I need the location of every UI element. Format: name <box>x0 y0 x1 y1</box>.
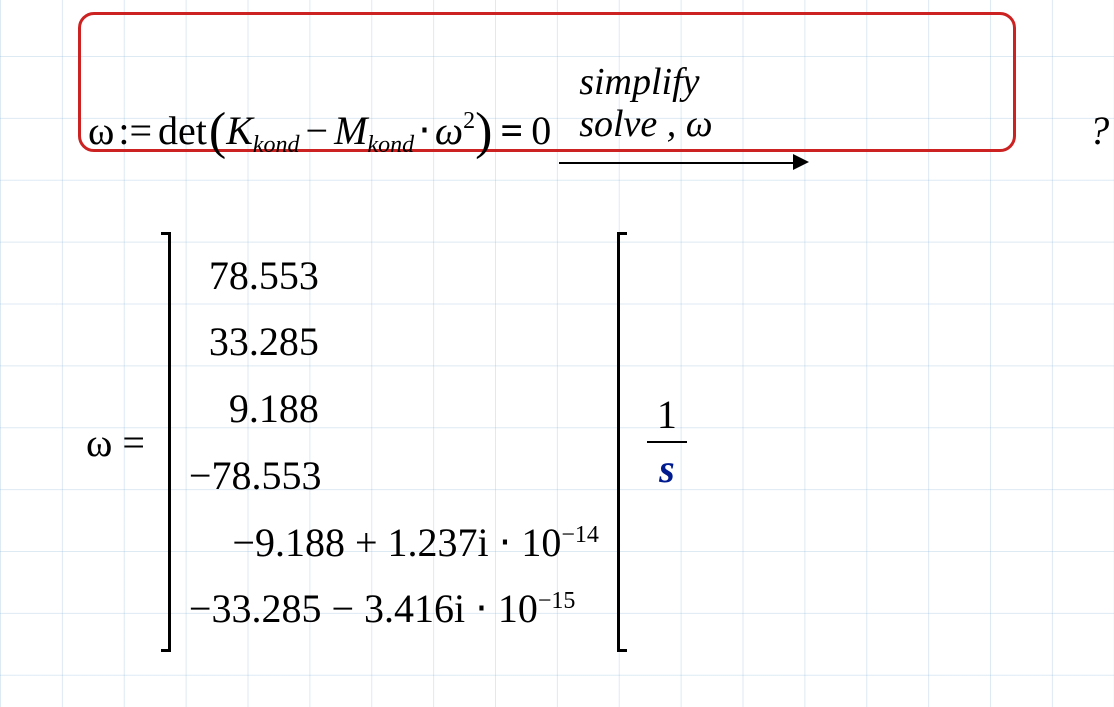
simplify-keyword: simplify <box>579 62 712 104</box>
bold-equals: = <box>492 107 531 154</box>
solve-keyword: solve , ω <box>579 104 712 146</box>
M-subscript: kond <box>367 132 414 159</box>
result-matrix: 78.553 33.285 9.188 −78.553 −9.188 + 1.2… <box>161 232 627 652</box>
left-bracket <box>161 232 171 652</box>
unit-denominator: s <box>659 449 675 489</box>
dot-op: ⋅ <box>414 107 435 154</box>
matrix-row-6: −33.285 − 3.416i ⋅ 10−15 <box>189 585 599 632</box>
minus-op: − <box>300 107 335 154</box>
omega-power: 2 <box>463 108 475 135</box>
row5-exponent: −14 <box>561 522 599 548</box>
unit-fraction: 1 s <box>647 395 687 489</box>
K-var: K <box>226 107 253 154</box>
result-placeholder: ? <box>1089 107 1109 154</box>
arrow-keywords: simplify solve , ω <box>579 62 712 146</box>
zero-rhs: 0 <box>531 107 551 154</box>
unit-numerator: 1 <box>657 395 677 435</box>
K-subscript: kond <box>253 132 300 159</box>
arrow-head-icon <box>793 154 809 170</box>
equals-op: = <box>112 419 155 466</box>
equation-result-vector[interactable]: ω = 78.553 33.285 9.188 −78.553 −9.188 +… <box>86 232 687 652</box>
math-content: ω := det ( K kond − M kond ⋅ ω 2 ) = 0 s… <box>0 0 1114 707</box>
arrow-line <box>559 162 799 164</box>
matrix-row-3: 9.188 <box>189 385 599 432</box>
omega-result-lhs: ω <box>86 419 112 466</box>
right-bracket <box>617 232 627 652</box>
matrix-row-2: 33.285 <box>189 318 599 365</box>
equation-solve-definition[interactable]: ω := det ( K kond − M kond ⋅ ω 2 ) = 0 s… <box>88 98 1109 157</box>
omega-lhs: ω <box>88 107 114 154</box>
assign-op: := <box>114 107 156 154</box>
matrix-row-5: −9.188 + 1.237i ⋅ 10−14 <box>189 519 599 566</box>
row6-base: −33.285 − 3.416i ⋅ 10 <box>189 586 538 631</box>
row5-base: −9.188 + 1.237i ⋅ 10 <box>232 520 561 565</box>
det-label: det <box>156 107 209 154</box>
close-paren: ) <box>475 102 492 161</box>
M-var: M <box>334 107 367 154</box>
open-paren: ( <box>209 102 226 161</box>
fraction-bar <box>647 441 687 443</box>
matrix-body: 78.553 33.285 9.188 −78.553 −9.188 + 1.2… <box>171 232 617 652</box>
matrix-row-4: −78.553 <box>189 452 599 499</box>
matrix-row-1: 78.553 <box>189 252 599 299</box>
row6-exponent: −15 <box>538 588 576 614</box>
omega-italic: ω <box>435 107 463 154</box>
